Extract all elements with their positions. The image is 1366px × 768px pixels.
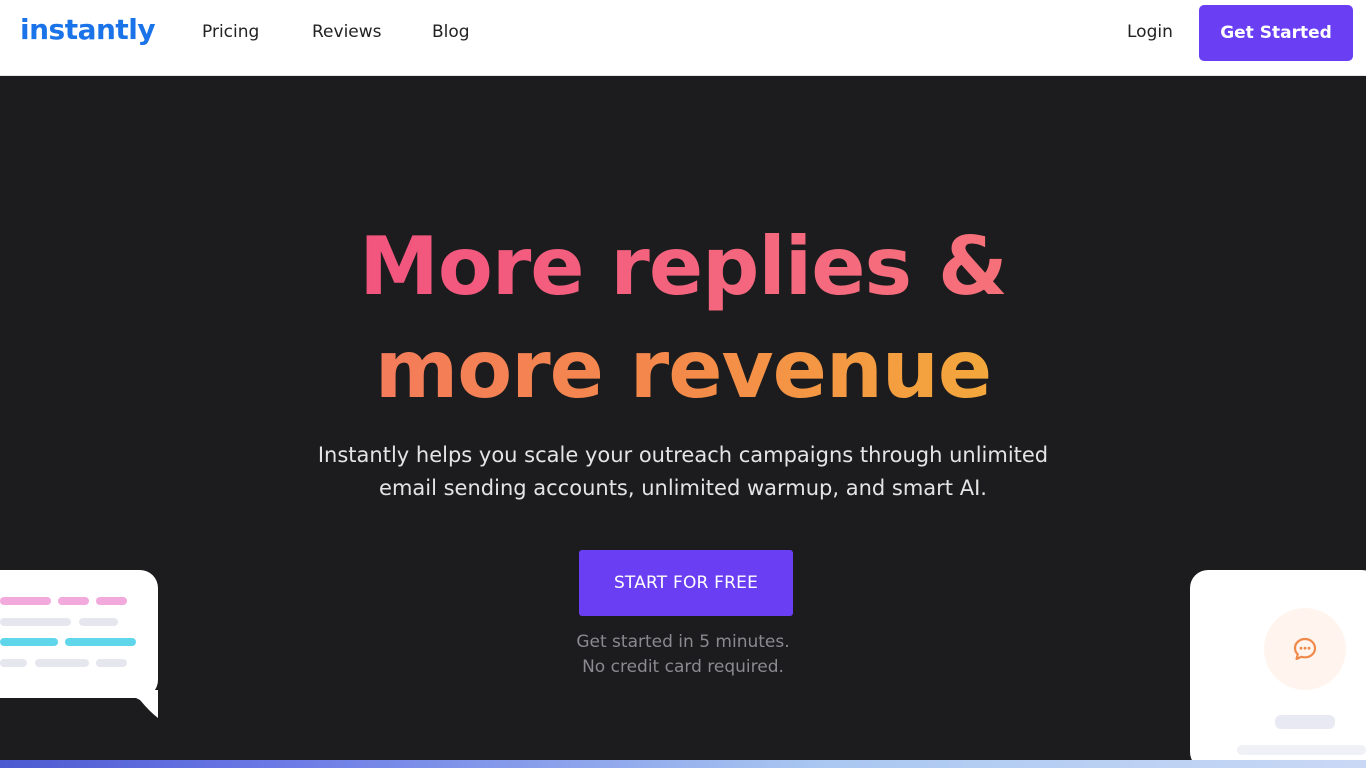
top-nav: instantly Pricing Reviews Blog Login Get… — [0, 0, 1366, 76]
bar — [0, 659, 27, 667]
bar — [96, 659, 127, 667]
hero-subtitle: Instantly helps you scale your outreach … — [283, 439, 1083, 505]
no-credit-card-note: No credit card required. — [582, 657, 784, 677]
placeholder-pill — [1237, 745, 1366, 755]
setup-time-note: Get started in 5 minutes. — [576, 632, 790, 652]
start-for-free-button[interactable]: START FOR FREE — [579, 550, 793, 616]
login-link[interactable]: Login — [1127, 22, 1173, 42]
bar — [35, 659, 89, 667]
bar — [0, 638, 58, 646]
hero-title-line2: more revenue — [0, 318, 1366, 422]
get-started-button[interactable]: Get Started — [1199, 5, 1353, 61]
bottom-gradient-strip — [0, 760, 1366, 768]
chat-icon-wrap — [1264, 608, 1346, 690]
hero-subtitle-line1: Instantly helps you scale your outreach … — [317, 443, 1049, 467]
nav-link-pricing[interactable]: Pricing — [202, 22, 259, 42]
hero-subtitle-line2: email sending accounts, unlimited warmup… — [379, 476, 987, 500]
placeholder-pill — [1275, 715, 1335, 729]
bar — [96, 597, 127, 605]
card-tail-shape — [120, 690, 158, 718]
bar — [0, 618, 71, 626]
nav-link-reviews[interactable]: Reviews — [312, 22, 382, 42]
logo[interactable]: instantly — [20, 13, 156, 46]
bar — [58, 597, 89, 605]
decorative-email-card — [0, 570, 158, 698]
chat-bubble-icon — [1293, 637, 1317, 661]
nav-link-blog[interactable]: Blog — [432, 22, 470, 42]
bar — [0, 597, 51, 605]
hero-title-line1: More replies & — [0, 215, 1366, 319]
bar — [79, 618, 118, 626]
bar — [65, 638, 136, 646]
